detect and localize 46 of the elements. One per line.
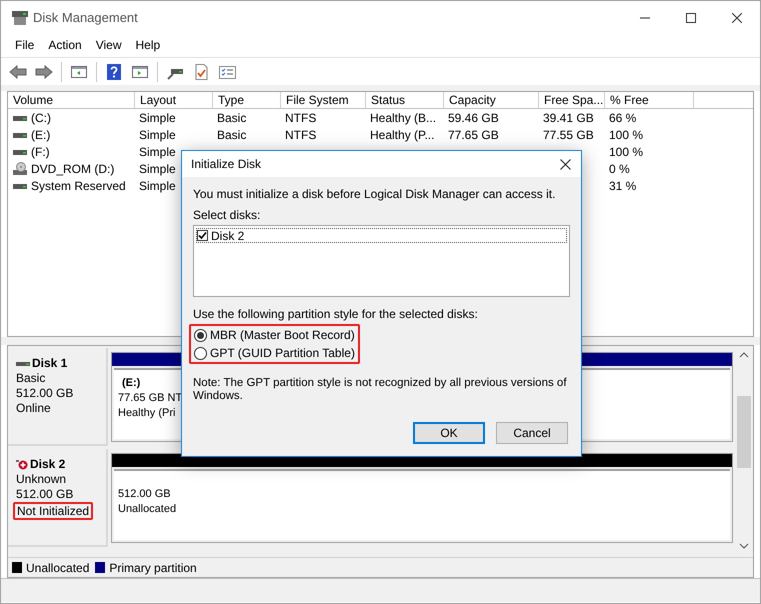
- disk-size: 512.00 GB: [16, 386, 74, 401]
- table-cell-text: NTFS: [285, 110, 316, 126]
- partition-size: 77.65 GB NT: [118, 391, 182, 406]
- disk-status: Online: [16, 401, 51, 416]
- table-cell-text: 31 %: [609, 178, 636, 194]
- table-cell-text: (C:): [31, 110, 51, 126]
- table-cell-text: Healthy (P...: [370, 126, 434, 144]
- partition-status: Unallocated: [118, 502, 176, 517]
- disk-size: 512.00 GB: [16, 487, 74, 502]
- legend-label: Unallocated: [26, 560, 90, 576]
- partition-style-label: Use the following partition style for the selected disks:: [193, 307, 479, 321]
- table-cell-text: 66 %: [609, 110, 636, 126]
- table-cell-text: 77.65 GB: [448, 126, 499, 144]
- table-cell-text: 39.41 GB: [543, 110, 594, 126]
- disk-status: Not Initialized: [13, 502, 94, 520]
- select-disks-label: Select disks:: [193, 208, 262, 222]
- table-cell-text: (F:): [31, 144, 50, 160]
- note-text: Note: The GPT partition style is not recognized by all previous versions of Windows.: [193, 377, 568, 403]
- table-cell-text: (E:): [31, 126, 50, 144]
- disk-type: Unknown: [16, 472, 68, 487]
- dialog-title: Initialize Disk: [191, 156, 262, 173]
- table-cell-text: 59.46 GB: [448, 110, 499, 126]
- disk-name: Disk 1: [32, 356, 68, 371]
- window-title: Disk Management: [33, 9, 138, 28]
- table-cell-text: 0 %: [609, 160, 630, 178]
- partition-size: 512.00 GB: [118, 487, 171, 502]
- table-cell-text: Simple: [139, 178, 176, 194]
- partition-label: (E:): [121, 376, 140, 391]
- table-cell-text: 100 %: [609, 126, 644, 144]
- table-cell-text: 100 %: [609, 144, 644, 160]
- table-cell-text: Basic: [217, 126, 246, 144]
- dialog-message: You must initialize a disk before Logical Disk Manager can access it.: [193, 187, 556, 201]
- table-cell-text: 77.55 GB: [543, 126, 594, 144]
- table-cell-text: Simple: [139, 110, 176, 126]
- table-cell-text: Healthy (B...: [370, 110, 436, 126]
- disk-name: Disk 2: [30, 457, 66, 472]
- table-cell-text: DVD_ROM (D:): [31, 160, 114, 178]
- table-cell-text: NTFS: [285, 126, 316, 144]
- partition-status: Healthy (Pri: [118, 406, 176, 421]
- table-cell-text: Basic: [217, 110, 246, 126]
- table-cell-text: Simple: [139, 144, 176, 160]
- disk-type: Basic: [16, 371, 46, 386]
- table-cell-text: Simple: [139, 126, 176, 144]
- table-cell-text: Simple: [139, 160, 176, 178]
- legend-label: Primary partition: [109, 560, 197, 576]
- table-cell-text: System Reserved: [31, 178, 126, 194]
